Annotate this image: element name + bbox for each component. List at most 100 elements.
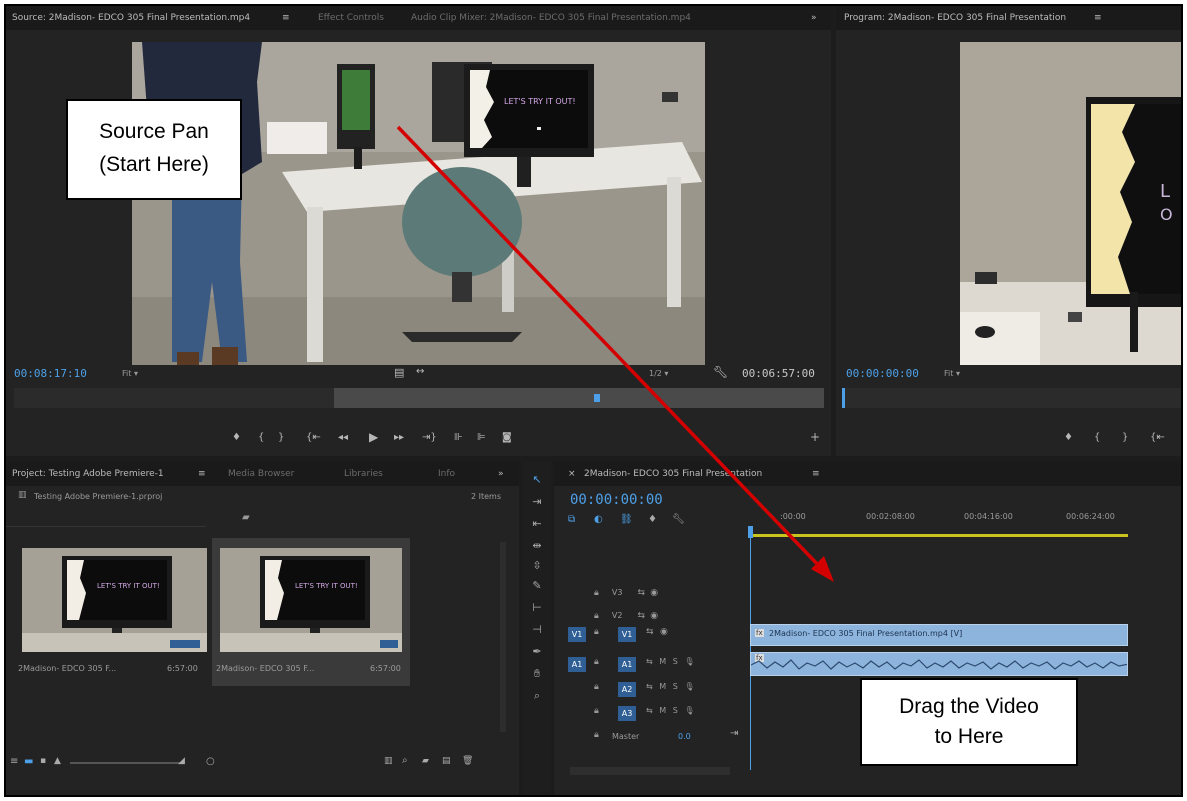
mute-button[interactable]: M xyxy=(659,657,666,666)
lock-icon[interactable]: ≡ xyxy=(10,756,18,767)
source-fit-select[interactable]: Fit ▾ xyxy=(122,369,138,378)
source-timecode-in[interactable]: 00:08:17:10 xyxy=(14,367,87,380)
slide-tool-icon[interactable]: ⊣ xyxy=(529,622,545,638)
timeline-timecode[interactable]: 00:00:00:00 xyxy=(570,492,663,508)
play-icon[interactable]: ▶ xyxy=(369,430,378,444)
sort-icon[interactable]: ○ xyxy=(206,756,215,767)
audio-clip[interactable]: fx xyxy=(750,652,1128,676)
rolling-edit-tool-icon[interactable]: ⇹ xyxy=(529,538,545,554)
mark-in-icon[interactable]: { xyxy=(1094,432,1100,443)
close-icon[interactable]: × xyxy=(568,469,576,479)
new-bin-button-icon[interactable]: ▰ xyxy=(422,756,429,766)
button-editor-plus-icon[interactable]: + xyxy=(810,430,820,444)
project-item[interactable]: LET'S TRY IT OUT! 2Madison- EDCO 305 F..… xyxy=(212,538,410,686)
drop-video-icon[interactable]: ▤ xyxy=(394,366,404,379)
add-marker-icon[interactable]: ♦ xyxy=(648,514,657,525)
lock-icon[interactable]: 🔒︎ xyxy=(594,682,599,692)
freeform-view-icon[interactable]: ▲ xyxy=(54,756,61,766)
track-a2-label[interactable]: A2 xyxy=(618,682,636,697)
eye-icon[interactable]: ◉ xyxy=(660,627,668,637)
add-marker-icon[interactable]: ♦ xyxy=(1064,432,1073,443)
nest-icon[interactable]: ⧉ xyxy=(568,514,575,525)
mute-button[interactable]: M xyxy=(659,682,666,691)
program-menu-icon[interactable]: ≡ xyxy=(1094,13,1102,23)
go-to-in-icon[interactable]: {⇤ xyxy=(306,432,321,443)
pen-tool-icon[interactable]: ✒ xyxy=(529,644,545,660)
overflow-icon[interactable]: » xyxy=(811,13,817,23)
solo-button[interactable]: S xyxy=(673,657,678,666)
step-forward-icon[interactable]: ▸▸ xyxy=(394,432,404,443)
program-timecode[interactable]: 00:00:00:00 xyxy=(846,367,919,380)
settings-wrench-icon[interactable]: 🔧︎ xyxy=(672,514,685,525)
list-view-icon[interactable]: ▬ xyxy=(24,756,33,767)
go-to-out-icon[interactable]: ⇥} xyxy=(422,432,437,443)
track-select-tool-icon[interactable]: ⇥ xyxy=(529,494,545,510)
zoom-slider[interactable] xyxy=(70,762,180,764)
overwrite-icon[interactable]: ⊫ xyxy=(477,432,486,443)
add-marker-icon[interactable]: ♦ xyxy=(232,432,241,443)
mute-button[interactable]: M xyxy=(659,706,666,715)
mark-in-icon[interactable]: { xyxy=(258,432,264,443)
microphone-icon[interactable]: 🎙︎ xyxy=(684,657,694,666)
source-tab[interactable]: Source: 2Madison- EDCO 305 Final Present… xyxy=(12,13,250,23)
microphone-icon[interactable]: 🎙︎ xyxy=(684,706,694,715)
mark-out-icon[interactable]: } xyxy=(1122,432,1128,443)
project-tab[interactable]: Project: Testing Adobe Premiere-1 xyxy=(12,469,164,479)
export-frame-icon[interactable]: ◙ xyxy=(502,432,512,443)
zoom-tool-icon[interactable]: ⌕ xyxy=(529,688,545,704)
lock-icon[interactable]: 🔒︎ xyxy=(594,657,599,667)
sync-lock-icon[interactable]: ⇆ xyxy=(646,627,654,637)
program-playhead[interactable] xyxy=(842,388,845,408)
mark-out-icon[interactable]: } xyxy=(278,432,284,443)
master-volume[interactable]: 0.0 xyxy=(678,732,691,741)
program-tab[interactable]: Program: 2Madison- EDCO 305 Final Presen… xyxy=(844,13,1066,23)
drop-audio-icon[interactable]: ↔ xyxy=(416,366,424,377)
solo-button[interactable]: S xyxy=(673,682,678,691)
wrench-icon[interactable]: 🔧︎ xyxy=(713,365,728,379)
insert-icon[interactable]: ⊪ xyxy=(454,432,463,443)
tab-audio-clip-mixer[interactable]: Audio Clip Mixer: 2Madison- EDCO 305 Fin… xyxy=(411,13,691,23)
source-patch-a1[interactable]: A1 xyxy=(568,657,586,672)
work-area-bar[interactable] xyxy=(750,534,1128,537)
lock-icon[interactable]: 🔒︎ xyxy=(594,627,599,637)
timeline-scrollbar[interactable] xyxy=(570,767,730,775)
track-a1-label[interactable]: A1 xyxy=(618,657,636,672)
razor-tool-icon[interactable]: ✎ xyxy=(529,578,545,594)
eye-icon[interactable]: ◉ xyxy=(650,588,658,598)
sync-lock-icon[interactable]: ⇆ xyxy=(638,611,646,621)
overflow-icon[interactable]: » xyxy=(498,469,504,479)
track-a3-label[interactable]: A3 xyxy=(618,706,636,721)
source-patch-v1[interactable]: V1 xyxy=(568,627,586,642)
solo-button[interactable]: S xyxy=(673,706,678,715)
project-menu-icon[interactable]: ≡ xyxy=(198,469,206,479)
sync-lock-icon[interactable]: ⇆ xyxy=(638,588,646,598)
tab-effect-controls[interactable]: Effect Controls xyxy=(318,13,384,23)
automate-icon[interactable]: ▥ xyxy=(384,756,393,766)
eye-icon[interactable]: ◉ xyxy=(650,611,658,621)
hand-tool-icon[interactable]: ✋︎ xyxy=(529,666,545,682)
track-v1-label[interactable]: V1 xyxy=(618,627,636,642)
slip-tool-icon[interactable]: ⊢ xyxy=(529,600,545,616)
lock-icon[interactable]: 🔒︎ xyxy=(594,611,599,621)
video-clip[interactable]: fx 2Madison- EDCO 305 Final Presentation… xyxy=(750,624,1128,646)
search-input[interactable] xyxy=(6,508,206,527)
source-resolution-select[interactable]: 1/2 ▾ xyxy=(649,369,668,378)
zoom-slider-handle[interactable]: ◢ xyxy=(178,756,185,766)
go-to-end-icon[interactable]: ⇥ xyxy=(730,728,738,739)
program-fit-select[interactable]: Fit ▾ xyxy=(944,369,960,378)
timeline-playhead[interactable] xyxy=(748,526,753,538)
lock-icon[interactable]: 🔒︎ xyxy=(594,706,599,716)
timeline-menu-icon[interactable]: ≡ xyxy=(812,469,820,479)
sync-lock-icon[interactable]: ⇆ xyxy=(646,657,653,666)
lock-icon[interactable]: 🔒︎ xyxy=(594,730,599,740)
selection-tool-icon[interactable]: ↖ xyxy=(529,472,545,488)
tab-info[interactable]: Info xyxy=(438,469,455,479)
program-time-ruler[interactable] xyxy=(842,388,1181,408)
new-bin-icon[interactable]: ▰ xyxy=(242,512,250,523)
microphone-icon[interactable]: 🎙︎ xyxy=(684,682,694,691)
icon-view-icon[interactable]: ▪ xyxy=(40,756,46,766)
timeline-tab[interactable]: 2Madison- EDCO 305 Final Presentation xyxy=(584,469,762,479)
clear-icon[interactable]: 🗑︎ xyxy=(462,756,473,766)
linked-selection-icon[interactable]: ⛓︎ xyxy=(620,514,633,525)
tab-media-browser[interactable]: Media Browser xyxy=(228,469,294,479)
